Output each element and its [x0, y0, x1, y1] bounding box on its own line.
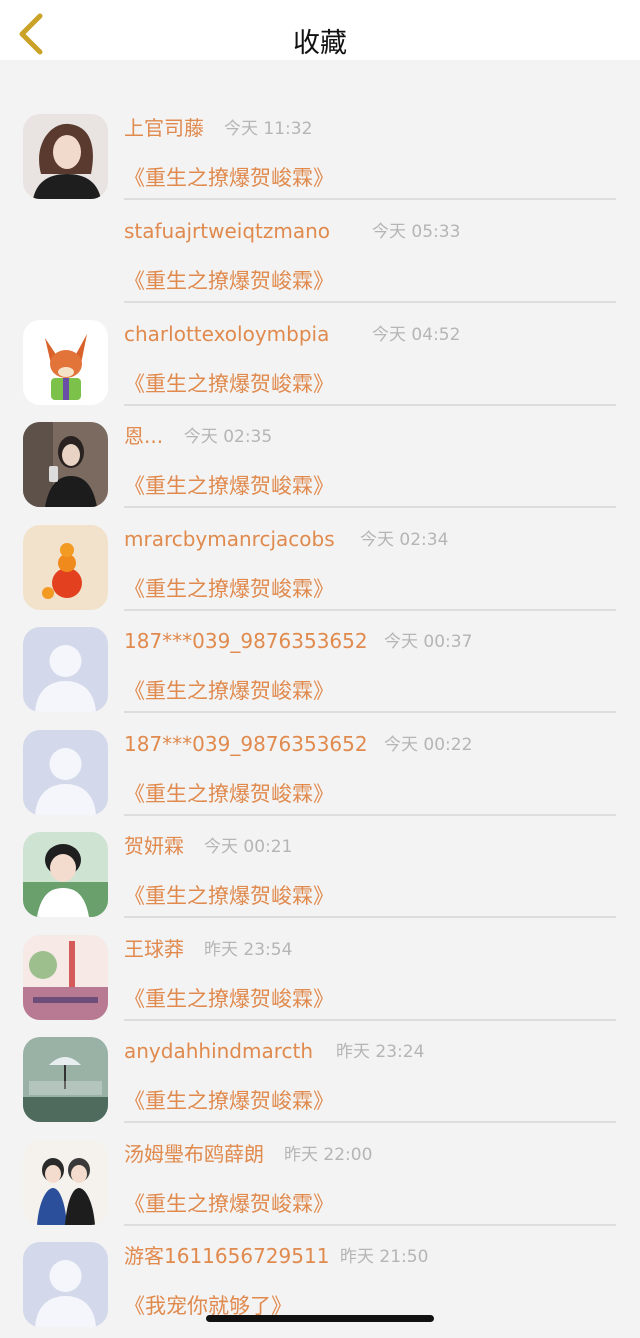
user-name: 王球莽	[124, 937, 184, 961]
favorite-row[interactable]: 恩... 今天 02:35 《重生之撩爆贺峻霖》	[0, 416, 640, 518]
favorite-row[interactable]: stafuajrtweiqtzmano 今天 05:33 《重生之撩爆贺峻霖》	[0, 211, 640, 313]
row-divider	[124, 916, 616, 918]
avatar[interactable]	[23, 730, 108, 815]
avatar[interactable]	[23, 422, 108, 507]
nav-bar: 收藏	[0, 0, 640, 60]
row-divider	[124, 506, 616, 508]
row-divider	[124, 609, 616, 611]
user-name: 贺妍霖	[124, 834, 184, 858]
user-name: stafuajrtweiqtzmano	[124, 219, 331, 243]
avatar[interactable]	[23, 525, 108, 610]
timestamp: 今天 00:22	[384, 735, 473, 755]
row-divider	[124, 814, 616, 816]
timestamp: 今天 04:52	[372, 325, 461, 345]
user-name: charlottexoloymbpia	[124, 322, 330, 346]
favorite-row[interactable]: 187***039_9876353652 今天 00:37 《重生之撩爆贺峻霖》	[0, 621, 640, 723]
timestamp: 昨天 23:54	[204, 940, 293, 960]
row-divider	[124, 1121, 616, 1123]
favorite-row[interactable]: 游客1611656729511 昨天 21:50 《我宠你就够了》	[0, 1236, 640, 1338]
row-divider	[124, 301, 616, 303]
book-title-link[interactable]: 《重生之撩爆贺峻霖》	[124, 164, 334, 192]
book-title-link[interactable]: 《重生之撩爆贺峻霖》	[124, 882, 334, 910]
book-title-link[interactable]: 《重生之撩爆贺峻霖》	[124, 1087, 334, 1115]
favorite-row[interactable]: anydahhindmarcth 昨天 23:24 《重生之撩爆贺峻霖》	[0, 1031, 640, 1133]
avatar[interactable]	[23, 935, 108, 1020]
avatar[interactable]	[23, 627, 108, 712]
avatar[interactable]	[23, 114, 108, 199]
book-title-link[interactable]: 《重生之撩爆贺峻霖》	[124, 985, 334, 1013]
timestamp: 今天 05:33	[372, 222, 461, 242]
row-divider	[124, 198, 616, 200]
avatar[interactable]	[23, 1242, 108, 1327]
favorite-row[interactable]: 王球莽 昨天 23:54 《重生之撩爆贺峻霖》	[0, 929, 640, 1031]
favorite-row[interactable]: 187***039_9876353652 今天 00:22 《重生之撩爆贺峻霖》	[0, 724, 640, 826]
user-name: 游客1611656729511	[124, 1244, 330, 1268]
page-title: 收藏	[293, 28, 347, 59]
book-title-link[interactable]: 《重生之撩爆贺峻霖》	[124, 267, 334, 295]
favorite-row[interactable]: charlottexoloymbpia 今天 04:52 《重生之撩爆贺峻霖》	[0, 314, 640, 416]
book-title-link[interactable]: 《重生之撩爆贺峻霖》	[124, 370, 334, 398]
book-title-link[interactable]: 《重生之撩爆贺峻霖》	[124, 780, 334, 808]
row-divider	[124, 1224, 616, 1226]
timestamp: 昨天 21:50	[340, 1247, 429, 1267]
avatar[interactable]	[23, 217, 108, 302]
user-name: 上官司藤	[124, 116, 204, 140]
timestamp: 今天 00:21	[204, 837, 293, 857]
avatar[interactable]	[23, 832, 108, 917]
row-divider	[124, 1019, 616, 1021]
row-divider	[124, 711, 616, 713]
favorite-row[interactable]: 上官司藤 今天 11:32 《重生之撩爆贺峻霖》	[0, 108, 640, 210]
user-name: anydahhindmarcth	[124, 1039, 314, 1063]
timestamp: 昨天 22:00	[284, 1145, 373, 1165]
avatar[interactable]	[23, 1140, 108, 1225]
user-name: 187***039_9876353652	[124, 629, 368, 653]
avatar[interactable]	[23, 320, 108, 405]
user-name: 187***039_9876353652	[124, 732, 368, 756]
favorite-row[interactable]: 汤姆璺布鸥薛朗 昨天 22:00 《重生之撩爆贺峻霖》	[0, 1134, 640, 1236]
favorite-row[interactable]: mrarcbymanrcjacobs 今天 02:34 《重生之撩爆贺峻霖》	[0, 519, 640, 621]
book-title-link[interactable]: 《重生之撩爆贺峻霖》	[124, 677, 334, 705]
user-name: 汤姆璺布鸥薛朗	[124, 1142, 264, 1166]
avatar[interactable]	[23, 1037, 108, 1122]
user-name: 恩...	[124, 424, 164, 448]
timestamp: 今天 11:32	[224, 119, 313, 139]
favorite-row[interactable]: 贺妍霖 今天 00:21 《重生之撩爆贺峻霖》	[0, 826, 640, 928]
book-title-link[interactable]: 《重生之撩爆贺峻霖》	[124, 472, 334, 500]
row-divider	[124, 404, 616, 406]
timestamp: 今天 02:34	[360, 530, 449, 550]
user-name: mrarcbymanrcjacobs	[124, 527, 335, 551]
timestamp: 今天 00:37	[384, 632, 473, 652]
timestamp: 今天 02:35	[183, 427, 273, 447]
home-indicator[interactable]	[206, 1315, 434, 1322]
timestamp: 昨天 23:24	[336, 1042, 425, 1062]
book-title-link[interactable]: 《重生之撩爆贺峻霖》	[124, 1190, 334, 1218]
book-title-link[interactable]: 《重生之撩爆贺峻霖》	[124, 575, 334, 603]
